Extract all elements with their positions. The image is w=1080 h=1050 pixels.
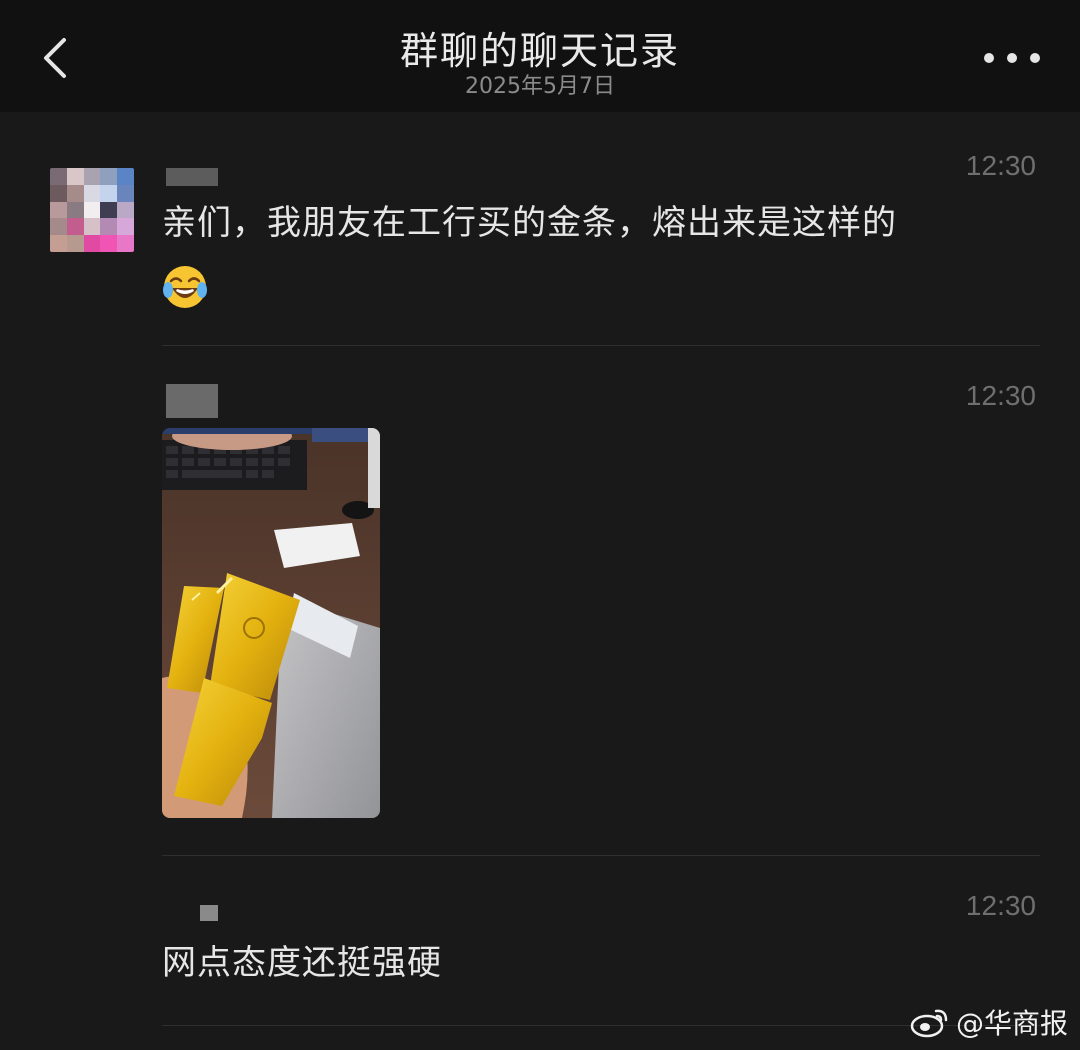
gold-bars-photo-image [162,428,380,818]
more-dots-icon [984,53,994,63]
sender-name-redacted [166,168,218,186]
watermark: @华商报 [910,1002,1068,1042]
page-title: 群聊的聊天记录 [399,29,680,73]
message-divider [162,855,1040,856]
message-time: 12:30 [965,890,1036,921]
message-divider [162,345,1040,346]
message-divider [162,1025,1040,1026]
more-button[interactable] [984,40,1040,76]
sender-name-redacted [200,905,218,921]
chat-history-header: 群聊的聊天记录 2025年5月7日 [0,0,1080,112]
message-text: 亲们，我朋友在工行买的金条，熔出来是这样的 [162,192,1042,316]
message-time: 12:30 [965,150,1036,181]
chat-date: 2025年5月7日 [465,74,615,99]
avatar[interactable] [50,168,134,252]
message-text: 网点态度还挺强硬 [162,943,442,983]
sender-name-redacted [166,384,218,418]
message-time: 12:30 [965,380,1036,411]
message-text-content: 亲们，我朋友在工行买的金条，熔出来是这样的 [162,203,897,243]
gold-bars-photo[interactable] [162,428,380,818]
tears-of-joy-emoji [163,265,207,308]
weibo-icon [910,1009,948,1038]
watermark-text: @华商报 [955,1007,1068,1040]
